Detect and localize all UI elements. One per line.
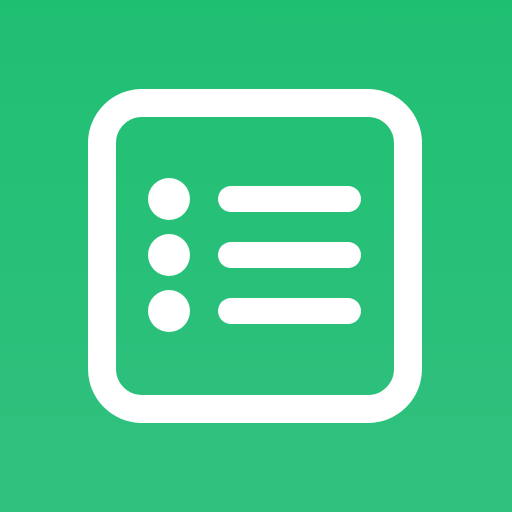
list-bullet-1: [148, 178, 190, 220]
list-item-1: [148, 178, 361, 220]
list-bullet-3: [148, 290, 190, 332]
list-icon: [88, 89, 422, 423]
list-item-3: [148, 290, 361, 332]
list-item-2: [148, 234, 361, 276]
app-icon-background: [0, 0, 512, 512]
list-bullet-2: [148, 234, 190, 276]
